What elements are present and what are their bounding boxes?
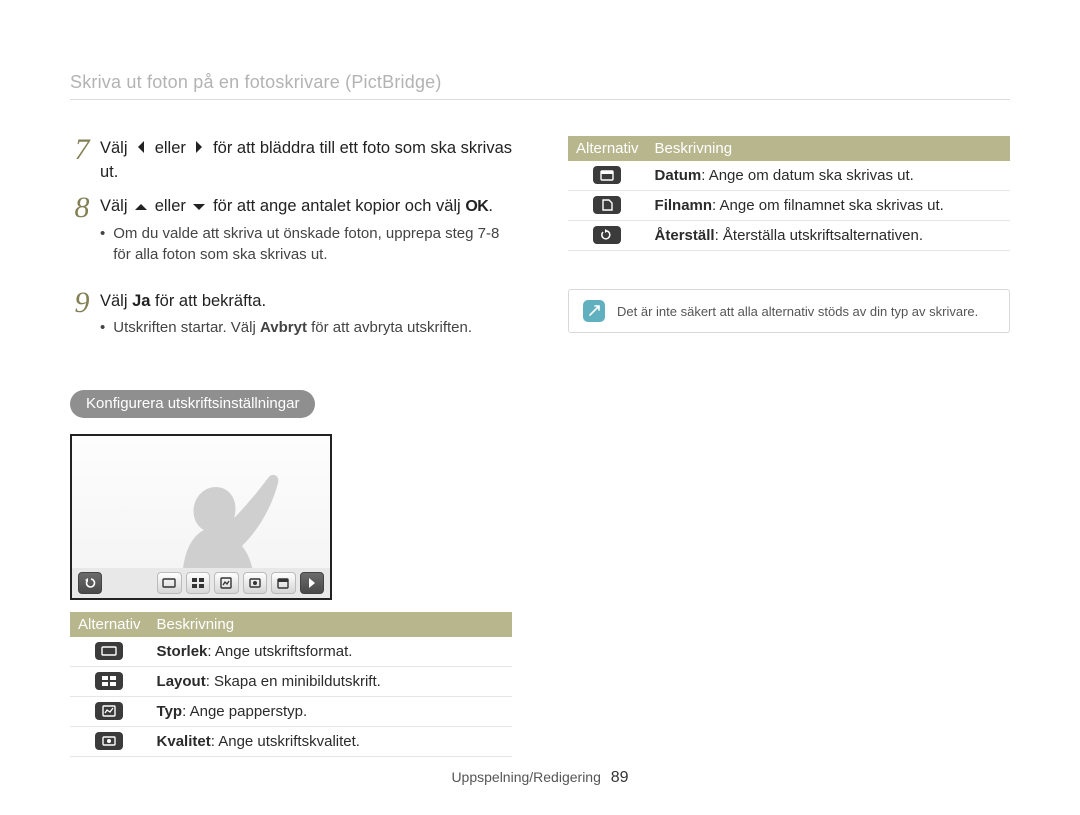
chevron-up-icon	[132, 200, 150, 214]
page-number: 89	[611, 769, 629, 786]
term: Filnamn	[655, 197, 713, 214]
note-box: Det är inte säkert att alla alternativ s…	[568, 289, 1010, 333]
desc: : Ange utskriftsformat.	[207, 643, 352, 660]
text: eller	[155, 139, 191, 157]
desc: : Skapa en minibildutskrift.	[206, 673, 381, 690]
quality-icon	[95, 732, 123, 750]
filename-icon	[593, 196, 621, 214]
left-column: 7 Välj eller för att bläddra till ett fo…	[70, 136, 512, 757]
desc: : Ange om filnamnet ska skrivas ut.	[712, 197, 944, 214]
text: för att ange antalet kopior och välj	[213, 197, 465, 215]
table-row: Storlek: Ange utskriftsformat.	[70, 637, 512, 667]
text: för att avbryta utskriften.	[307, 319, 472, 336]
text: eller	[155, 197, 191, 215]
reset-icon	[593, 226, 621, 244]
text: för att bekräfta.	[150, 292, 266, 310]
term: Typ	[157, 703, 183, 720]
section-pill: Konfigurera utskriftsinställningar	[70, 390, 315, 418]
toolbar-type-button[interactable]	[214, 572, 238, 594]
toolbar-layout-button[interactable]	[186, 572, 210, 594]
step-number: 7	[70, 136, 94, 188]
text: Utskriften startar. Välj	[113, 319, 260, 336]
step-number: 9	[70, 289, 94, 356]
text-bold: Avbryt	[260, 319, 307, 336]
options-table-left: Alternativ Beskrivning Storlek: Ange uts…	[70, 612, 512, 757]
th-alternativ: Alternativ	[568, 136, 647, 161]
text: Välj	[100, 292, 132, 310]
text-bold: Ja	[132, 292, 150, 310]
step-bullet: Om du valde att skriva ut önskade foton,…	[100, 223, 512, 265]
date-icon	[593, 166, 621, 184]
step-7: 7 Välj eller för att bläddra till ett fo…	[70, 136, 512, 188]
th-beskrivning: Beskrivning	[149, 612, 512, 637]
table-row: Filnamn: Ange om filnamnet ska skrivas u…	[568, 191, 1010, 221]
desc: : Återställa utskriftsalternativen.	[715, 227, 923, 244]
term: Kvalitet	[157, 733, 211, 750]
table-row: Datum: Ange om datum ska skrivas ut.	[568, 161, 1010, 191]
term: Layout	[157, 673, 206, 690]
page-title: Skriva ut foton på en fotoskrivare (Pict…	[70, 72, 1010, 100]
th-alternativ: Alternativ	[70, 612, 149, 637]
step-bullet: Utskriften startar. Välj Avbryt för att …	[100, 317, 512, 338]
type-icon	[95, 702, 123, 720]
options-table-right: Alternativ Beskrivning Datum: Ange om da…	[568, 136, 1010, 251]
text: Välj	[100, 139, 132, 157]
chevron-right-icon	[190, 140, 208, 154]
text: Välj	[100, 197, 132, 215]
term: Återställ	[655, 227, 715, 244]
table-row: Kvalitet: Ange utskriftskvalitet.	[70, 727, 512, 757]
preview-image	[70, 434, 332, 600]
table-row: Återställ: Återställa utskriftsalternati…	[568, 221, 1010, 251]
preview-toolbar	[72, 568, 330, 598]
right-column: Alternativ Beskrivning Datum: Ange om da…	[568, 136, 1010, 757]
th-beskrivning: Beskrivning	[647, 136, 1010, 161]
step-number: 8	[70, 194, 94, 283]
next-button[interactable]	[300, 572, 324, 594]
toolbar-quality-button[interactable]	[243, 572, 267, 594]
ok-icon: OK	[465, 198, 488, 215]
term: Storlek	[157, 643, 208, 660]
page-footer: Uppspelning/Redigering 89	[0, 769, 1080, 787]
desc: : Ange om datum ska skrivas ut.	[701, 167, 914, 184]
info-icon	[583, 300, 605, 322]
desc: : Ange utskriftskvalitet.	[211, 733, 360, 750]
toolbar-date-button[interactable]	[271, 572, 295, 594]
back-button[interactable]	[78, 572, 102, 594]
text: .	[488, 197, 493, 215]
size-icon	[95, 642, 123, 660]
term: Datum	[655, 167, 702, 184]
note-text: Det är inte säkert att alla alternativ s…	[617, 304, 978, 319]
chevron-left-icon	[132, 140, 150, 154]
toolbar-size-button[interactable]	[157, 572, 181, 594]
desc: : Ange papperstyp.	[182, 703, 307, 720]
chevron-down-icon	[190, 200, 208, 214]
step-9: 9 Välj Ja för att bekräfta. Utskriften s…	[70, 289, 512, 356]
table-row: Typ: Ange papperstyp.	[70, 697, 512, 727]
footer-section: Uppspelning/Redigering	[451, 769, 600, 785]
layout-icon	[95, 672, 123, 690]
step-8: 8 Välj eller för att ange antalet kopior…	[70, 194, 512, 283]
table-row: Layout: Skapa en minibildutskrift.	[70, 667, 512, 697]
